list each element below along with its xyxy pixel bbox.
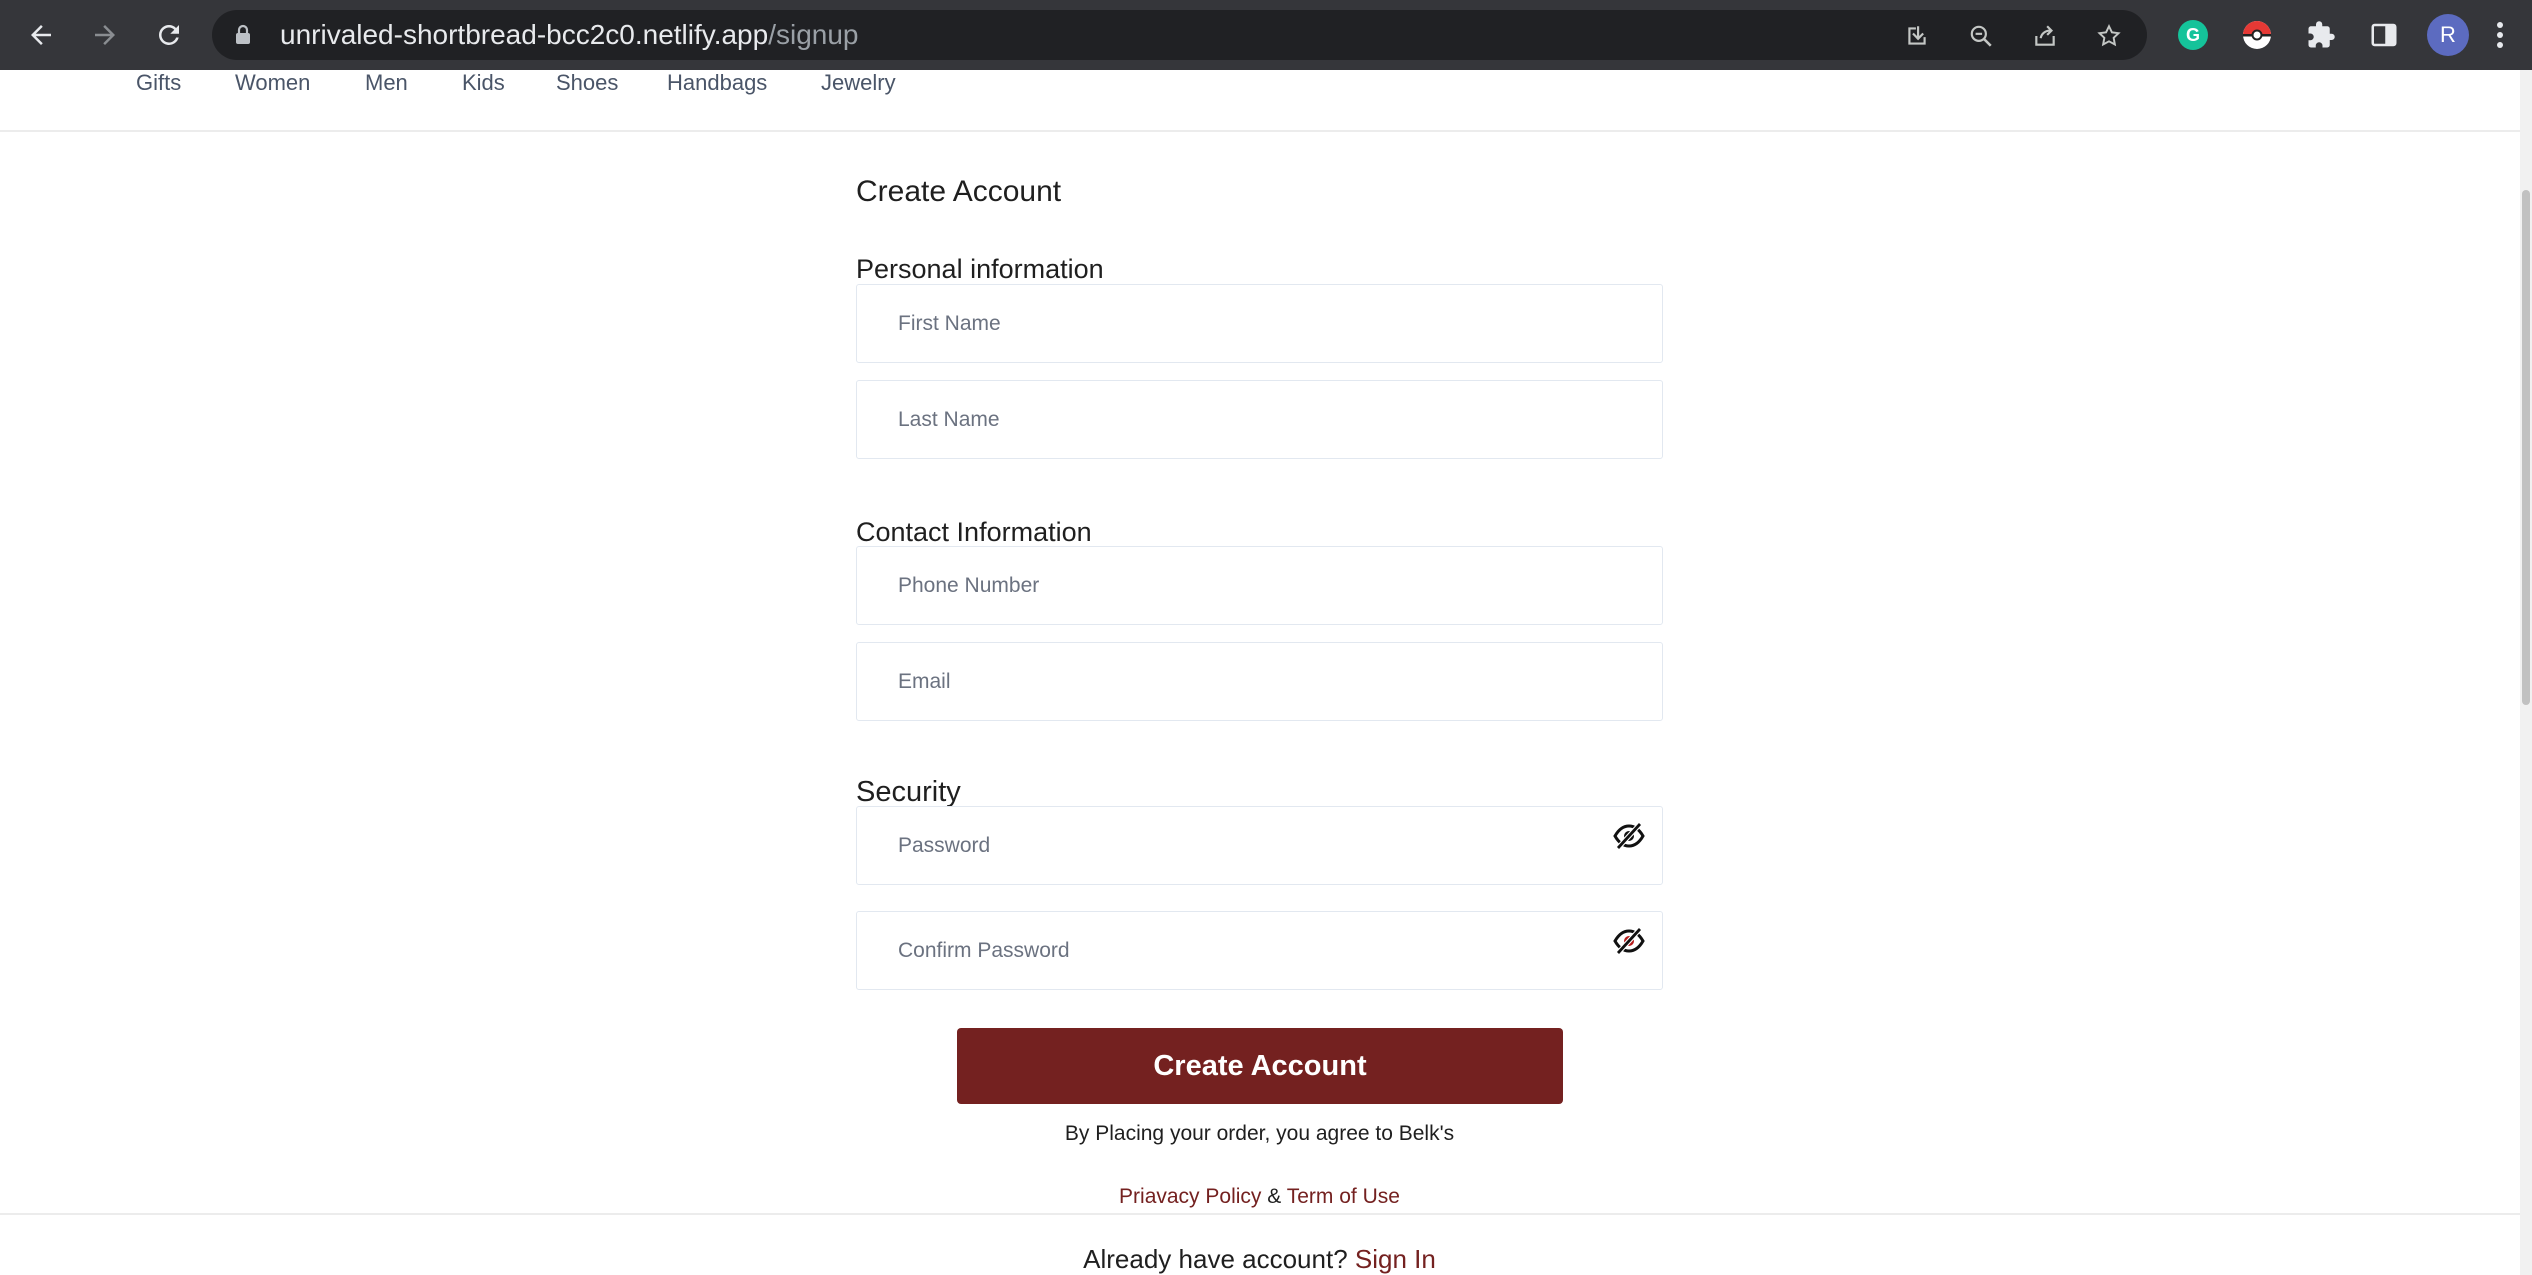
toggle-password-visibility[interactable] bbox=[1612, 819, 1646, 853]
toggle-confirm-password-visibility[interactable] bbox=[1612, 924, 1646, 958]
terms-of-use-link[interactable]: Term of Use bbox=[1287, 1185, 1400, 1208]
url-text: unrivaled-shortbread-bcc2c0.netlify.app/… bbox=[280, 10, 859, 60]
first-name-field[interactable] bbox=[856, 284, 1663, 363]
confirm-password-field[interactable] bbox=[856, 911, 1663, 990]
nav-item-men[interactable]: Men bbox=[365, 70, 408, 96]
personal-info-heading: Personal information bbox=[856, 254, 1104, 284]
forward-arrow-icon bbox=[95, 25, 115, 45]
browser-toolbar: unrivaled-shortbread-bcc2c0.netlify.app/… bbox=[0, 0, 2532, 70]
sign-in-link[interactable]: Sign In bbox=[1355, 1244, 1436, 1274]
phone-input[interactable] bbox=[857, 547, 1662, 624]
site-nav: Gifts Women Men Kids Shoes Handbags Jewe… bbox=[0, 70, 2520, 132]
grammarly-icon: G bbox=[2178, 20, 2208, 50]
password-input[interactable] bbox=[857, 807, 1662, 884]
first-name-input[interactable] bbox=[857, 285, 1662, 362]
agreement-text: By Placing your order, you agree to Belk… bbox=[1064, 1122, 1455, 1145]
phone-field[interactable] bbox=[856, 546, 1663, 625]
svg-text:G: G bbox=[2186, 25, 2200, 45]
grammarly-extension[interactable]: G bbox=[2171, 13, 2215, 57]
url-path: /signup bbox=[768, 19, 859, 50]
more-vertical-icon bbox=[2497, 22, 2503, 48]
ampersand: & bbox=[1267, 1185, 1282, 1208]
eye-slash-icon bbox=[1613, 822, 1645, 850]
browser-menu-button[interactable] bbox=[2480, 13, 2520, 57]
reload-button[interactable] bbox=[146, 12, 192, 58]
reload-icon bbox=[159, 25, 179, 45]
nav-item-women[interactable]: Women bbox=[235, 70, 310, 96]
pokeball-extension[interactable] bbox=[2235, 13, 2279, 57]
install-app-icon[interactable] bbox=[1904, 23, 1930, 49]
security-heading: Security bbox=[856, 776, 961, 808]
side-panel-icon bbox=[2371, 23, 2397, 47]
nav-item-handbags[interactable]: Handbags bbox=[667, 70, 767, 96]
create-account-button[interactable]: Create Account bbox=[957, 1028, 1563, 1104]
contact-info-heading: Contact Information bbox=[856, 517, 1092, 547]
side-panel-button[interactable] bbox=[2362, 13, 2406, 57]
policy-links: Priavacy Policy & Term of Use bbox=[856, 1185, 1663, 1209]
signin-prompt: Already have account? Sign In bbox=[856, 1244, 1663, 1275]
page-title: Create Account bbox=[856, 175, 1062, 208]
nav-item-kids[interactable]: Kids bbox=[462, 70, 505, 96]
nav-item-shoes[interactable]: Shoes bbox=[556, 70, 618, 96]
url-host: unrivaled-shortbread-bcc2c0.netlify.app bbox=[280, 19, 769, 50]
forward-button[interactable] bbox=[82, 12, 128, 58]
profile-avatar[interactable]: R bbox=[2427, 14, 2469, 56]
address-bar[interactable]: unrivaled-shortbread-bcc2c0.netlify.app/… bbox=[212, 10, 2147, 60]
extensions-button[interactable] bbox=[2299, 13, 2343, 57]
lock-icon bbox=[236, 24, 250, 44]
already-account-text: Already have account? bbox=[1083, 1244, 1348, 1274]
password-field[interactable] bbox=[856, 806, 1663, 885]
back-arrow-icon bbox=[31, 25, 51, 45]
email-input[interactable] bbox=[857, 643, 1662, 720]
back-button[interactable] bbox=[18, 12, 64, 58]
eye-slash-icon bbox=[1613, 927, 1645, 955]
nav-item-jewelry[interactable]: Jewelry bbox=[821, 70, 896, 96]
last-name-input[interactable] bbox=[857, 381, 1662, 458]
share-icon[interactable] bbox=[2032, 23, 2058, 49]
nav-item-gifts[interactable]: Gifts bbox=[136, 70, 181, 96]
bookmark-star-icon[interactable] bbox=[2096, 23, 2122, 49]
last-name-field[interactable] bbox=[856, 380, 1663, 459]
email-field[interactable] bbox=[856, 642, 1663, 721]
confirm-password-input[interactable] bbox=[857, 912, 1662, 989]
divider bbox=[0, 1213, 2520, 1215]
scrollbar-thumb[interactable] bbox=[2522, 190, 2530, 705]
puzzle-icon bbox=[2308, 21, 2335, 48]
pokeball-icon bbox=[2243, 21, 2271, 49]
zoom-icon[interactable] bbox=[1968, 23, 1994, 49]
privacy-policy-link[interactable]: Priavacy Policy bbox=[1119, 1185, 1261, 1208]
